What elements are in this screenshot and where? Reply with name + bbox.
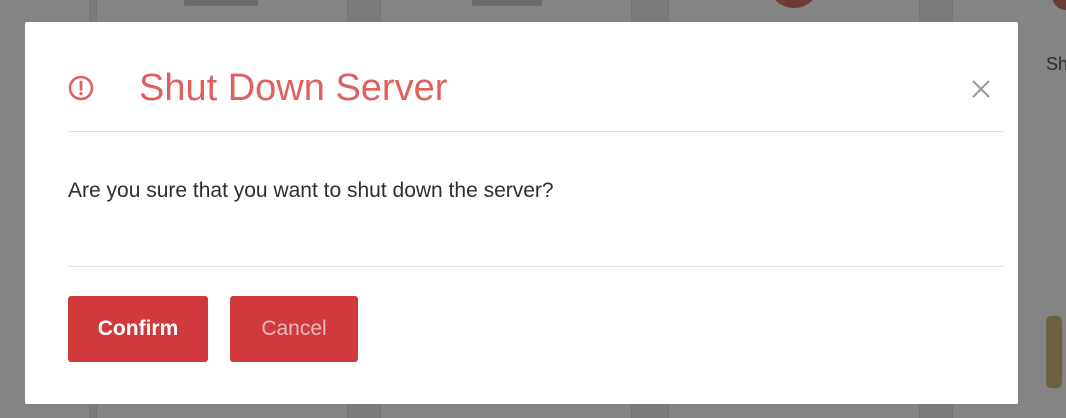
confirm-button[interactable]: Confirm [68,296,208,362]
dialog-title: Shut Down Server [139,67,448,109]
background-button [472,0,542,6]
background-label: Shut [1046,54,1066,74]
shutdown-dialog: Shut Down Server Are you sure that you w… [25,22,1018,404]
background-button [184,0,258,6]
alert-circle-icon [68,75,94,101]
background-image-fragment [1046,316,1062,388]
dialog-body: Are you sure that you want to shut down … [68,132,1004,267]
close-icon[interactable] [970,78,992,100]
dialog-header: Shut Down Server [68,22,1004,132]
dialog-message: Are you sure that you want to shut down … [68,179,554,202]
cancel-button[interactable]: Cancel [230,296,358,362]
